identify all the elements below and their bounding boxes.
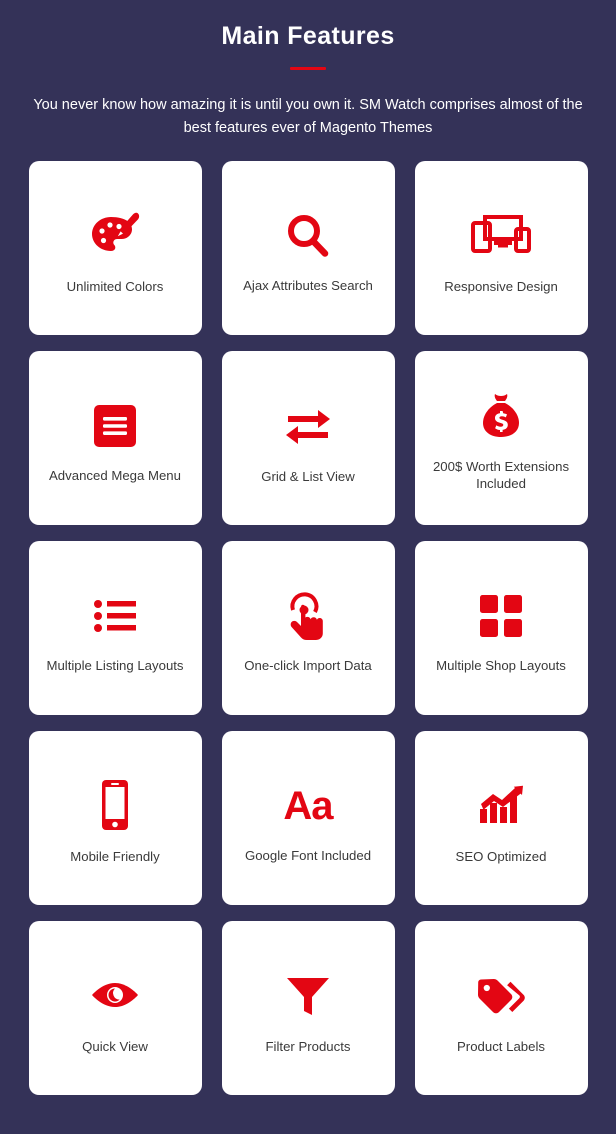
- feature-card-unlimited-colors[interactable]: Unlimited Colors: [28, 161, 202, 335]
- feature-card-multiple-shop-layouts[interactable]: Multiple Shop Layouts: [414, 541, 588, 715]
- feature-label: One-click Import Data: [244, 657, 372, 673]
- feature-label: Ajax Attributes Search: [243, 277, 373, 293]
- features-grid: Unlimited Colors Ajax Attributes Search: [28, 140, 588, 1095]
- feature-label: Grid & List View: [261, 468, 355, 484]
- feature-label: Mobile Friendly: [70, 848, 160, 864]
- feature-label: Quick View: [82, 1038, 148, 1054]
- page-subtitle: You never know how amazing it is until y…: [33, 97, 583, 136]
- feature-card-seo-optimized[interactable]: SEO Optimized: [414, 731, 588, 905]
- grid-squares-icon: [480, 579, 522, 653]
- feature-card-advanced-mega-menu[interactable]: Advanced Mega Menu: [28, 351, 202, 525]
- page-header: Main Features You never know how amazing…: [0, 0, 616, 140]
- feature-card-extensions-included[interactable]: 200$ Worth Extensions Included: [414, 351, 588, 525]
- feature-label: Responsive Design: [444, 278, 558, 294]
- palette-icon: [89, 198, 141, 272]
- growth-chart-icon: [478, 768, 524, 842]
- bullet-list-icon: [94, 579, 136, 653]
- feature-card-grid-list-view[interactable]: Grid & List View: [221, 351, 395, 525]
- feature-card-one-click-import-data[interactable]: One-click Import Data: [221, 541, 395, 715]
- feature-label: Unlimited Colors: [66, 278, 164, 294]
- hamburger-menu-icon: [94, 389, 136, 463]
- main-features-page: Main Features You never know how amazing…: [0, 0, 616, 1134]
- feature-label: Advanced Mega Menu: [49, 467, 181, 483]
- feature-label: Google Font Included: [244, 847, 372, 863]
- feature-label: Multiple Shop Layouts: [436, 657, 566, 673]
- page-title: Main Features: [221, 22, 395, 50]
- title-divider: [290, 67, 326, 70]
- search-icon: [285, 199, 331, 273]
- feature-card-mobile-friendly[interactable]: Mobile Friendly: [28, 731, 202, 905]
- money-bag-icon: [477, 380, 525, 454]
- feature-card-ajax-attributes-search[interactable]: Ajax Attributes Search: [221, 161, 395, 335]
- feature-card-quick-view[interactable]: Quick View: [28, 921, 202, 1095]
- feature-label: SEO Optimized: [455, 848, 547, 864]
- feature-card-responsive-design[interactable]: Responsive Design: [414, 161, 588, 335]
- feature-label: Filter Products: [265, 1038, 351, 1054]
- eye-icon: [89, 958, 141, 1032]
- feature-label: Multiple Listing Layouts: [46, 657, 184, 673]
- aa-glyph-text: Aa: [283, 783, 333, 828]
- feature-label: Product Labels: [457, 1038, 545, 1054]
- funnel-icon: [284, 958, 332, 1032]
- exchange-arrows-icon: [284, 388, 332, 462]
- feature-card-product-labels[interactable]: Product Labels: [414, 921, 588, 1095]
- feature-card-filter-products[interactable]: Filter Products: [221, 921, 395, 1095]
- feature-card-multiple-listing-layouts[interactable]: Multiple Listing Layouts: [28, 541, 202, 715]
- aa-typography-icon: Aa: [283, 769, 333, 843]
- feature-card-google-font-included[interactable]: Aa Google Font Included: [221, 731, 395, 905]
- price-tags-icon: [475, 958, 527, 1032]
- mobile-phone-icon: [98, 768, 132, 842]
- responsive-devices-icon: [470, 198, 532, 272]
- tap-hand-icon: [284, 579, 332, 653]
- feature-label: 200$ Worth Extensions Included: [432, 459, 570, 491]
